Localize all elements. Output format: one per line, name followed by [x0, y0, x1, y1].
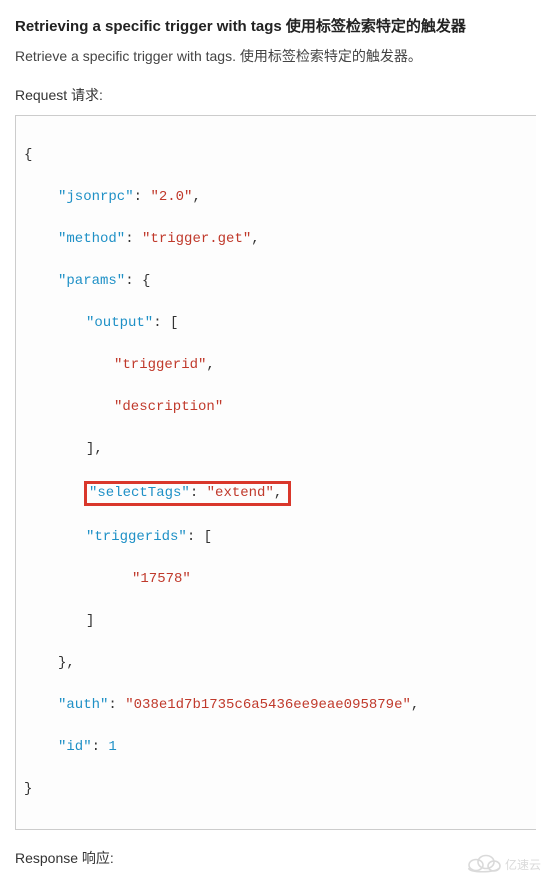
comma: ,: [192, 189, 200, 205]
code-block: { "jsonrpc": "2.0", "method": "trigger.g…: [15, 115, 536, 830]
colon: :: [125, 273, 133, 289]
json-number: 1: [108, 739, 116, 755]
json-string: "2.0": [150, 189, 192, 205]
json-key: "output": [86, 315, 153, 331]
cloud-icon: 亿速云: [461, 851, 543, 877]
response-label: Response 响应:: [15, 848, 536, 868]
section-heading: Retrieving a specific trigger with tags …: [15, 15, 536, 36]
json-key: "auth": [58, 697, 108, 713]
colon: :: [134, 189, 142, 205]
json-key: "jsonrpc": [58, 189, 134, 205]
watermark-text: 亿速云: [505, 857, 541, 872]
json-string: "extend": [207, 485, 274, 501]
json-string: "triggerid": [114, 357, 206, 373]
json-string: "description": [114, 399, 223, 415]
json-key: "params": [58, 273, 125, 289]
comma: ,: [94, 441, 102, 457]
colon: :: [153, 315, 161, 331]
comma: ,: [274, 485, 282, 501]
request-label: Request 请求:: [15, 85, 536, 105]
colon: :: [125, 231, 133, 247]
json-key: "id": [58, 739, 92, 755]
colon: :: [108, 697, 116, 713]
colon: :: [187, 529, 195, 545]
brace-open: {: [142, 273, 150, 289]
brace-open: {: [24, 147, 32, 163]
json-string: "trigger.get": [142, 231, 251, 247]
bracket-open: [: [170, 315, 178, 331]
section-description: Retrieve a specific trigger with tags. 使…: [15, 46, 536, 67]
bracket-open: [: [204, 529, 212, 545]
comma: ,: [251, 231, 259, 247]
json-key: "selectTags": [89, 485, 190, 501]
watermark-logo: 亿速云: [461, 851, 543, 877]
json-string: "17578": [132, 571, 191, 587]
highlighted-line: "selectTags": "extend",: [84, 481, 291, 506]
colon: :: [92, 739, 100, 755]
colon: :: [190, 485, 198, 501]
json-key: "triggerids": [86, 529, 187, 545]
comma: ,: [66, 655, 74, 671]
bracket-close: ]: [86, 613, 94, 629]
json-string: "038e1d7b1735c6a5436ee9eae095879e": [125, 697, 411, 713]
brace-close: }: [58, 655, 66, 671]
comma: ,: [206, 357, 214, 373]
comma: ,: [411, 697, 419, 713]
brace-close: }: [24, 781, 32, 797]
json-key: "method": [58, 231, 125, 247]
